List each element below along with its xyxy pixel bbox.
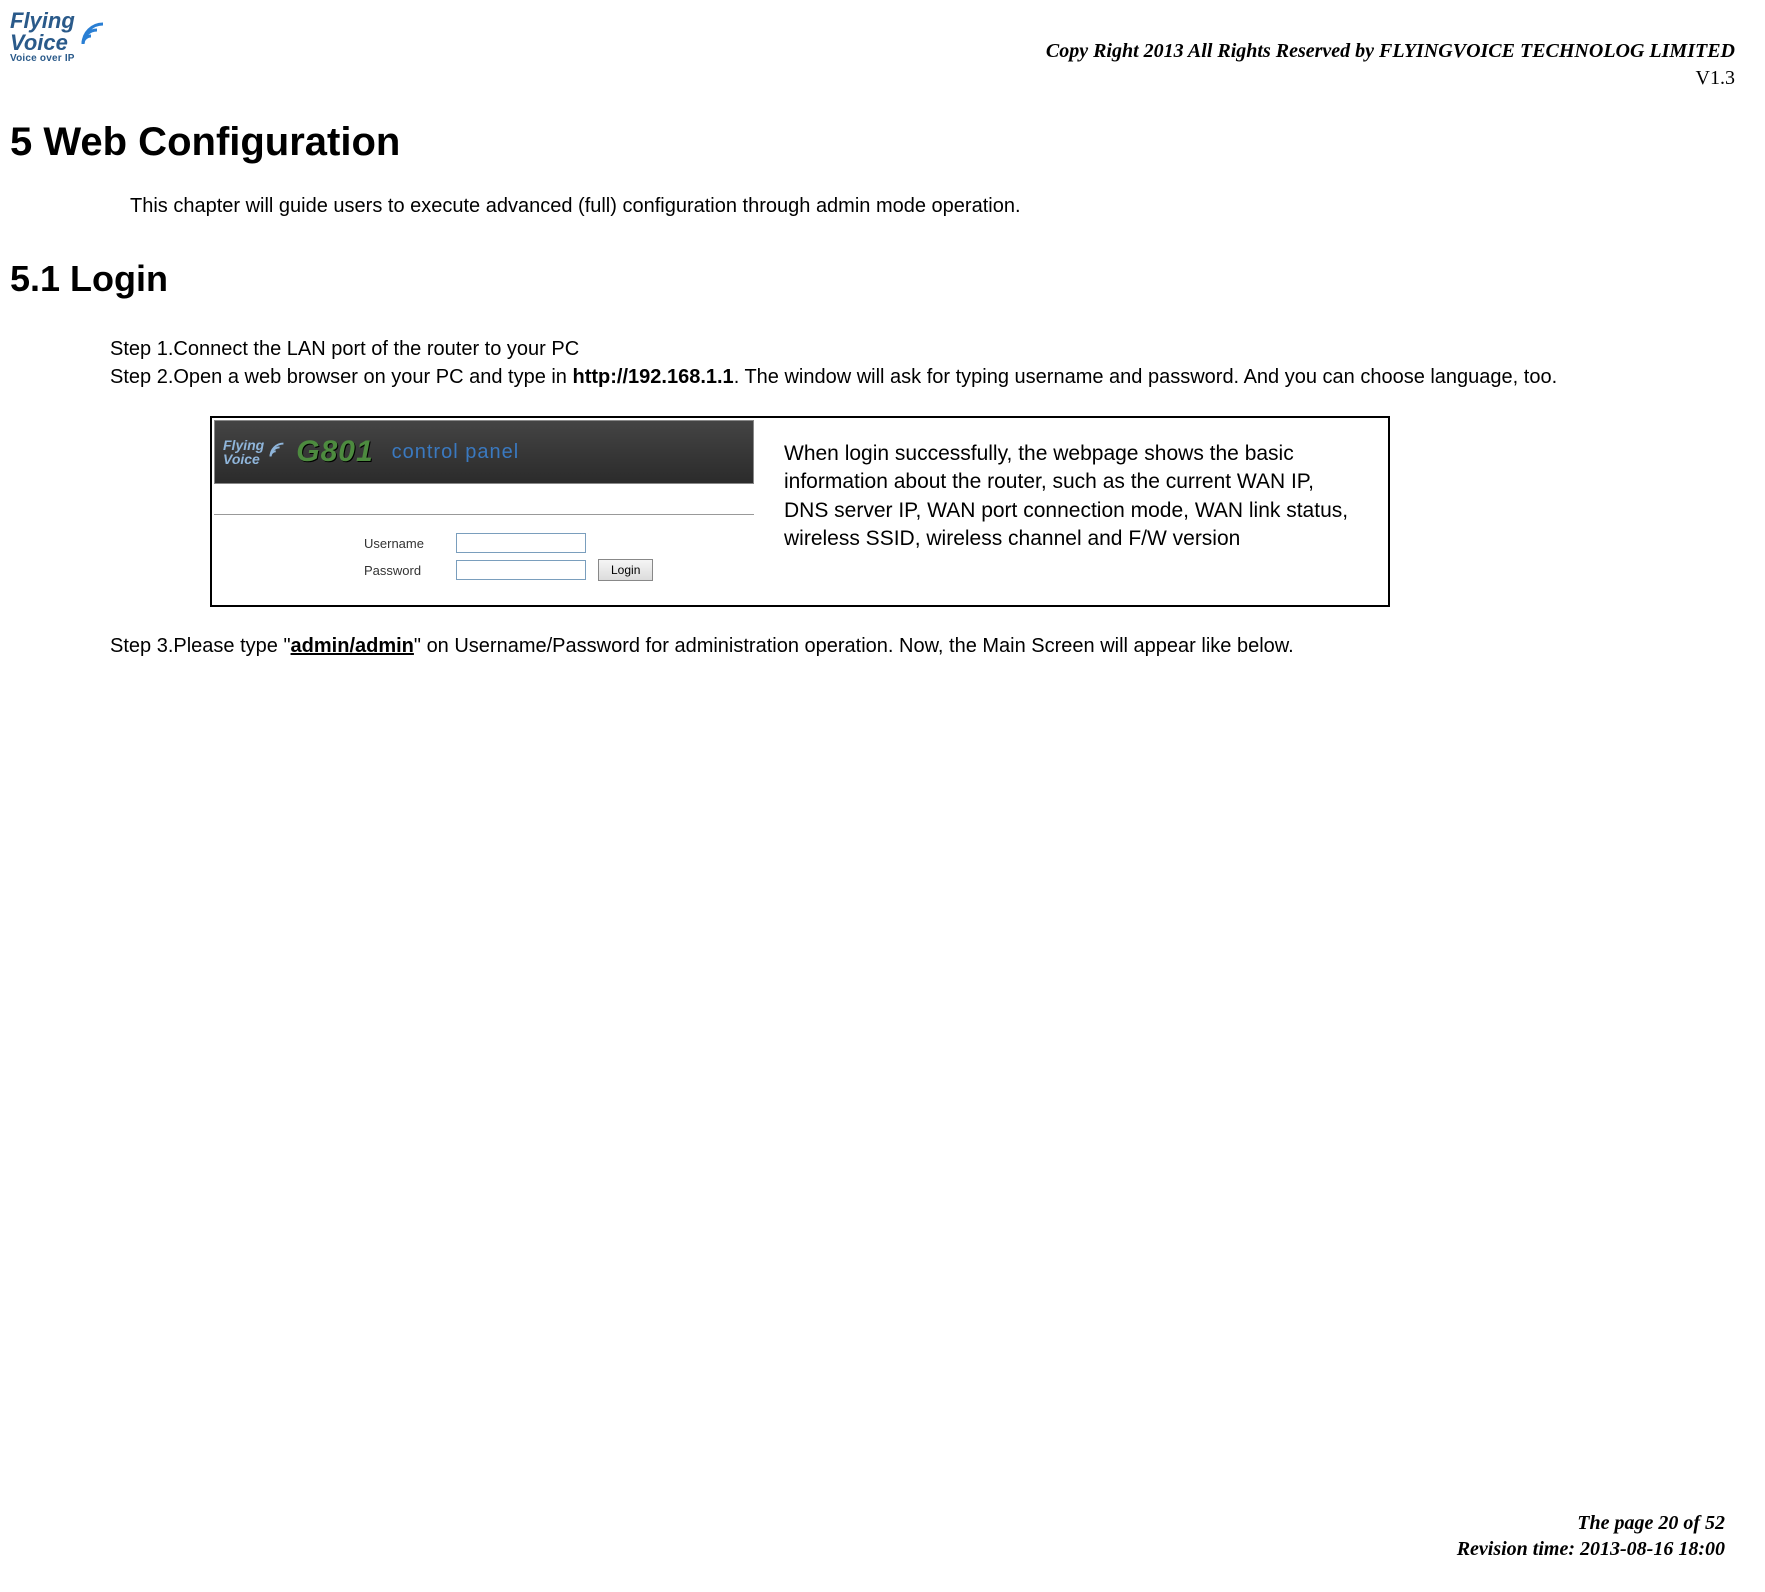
step-3-block: Step 3.Please type "admin/admin" on User…	[110, 632, 1735, 660]
login-form: Username Password Login	[214, 525, 754, 603]
banner-model: G801	[296, 435, 373, 469]
page-footer: The page 20 of 52 Revision time: 2013-08…	[1457, 1510, 1725, 1562]
intro-text: This chapter will guide users to execute…	[130, 195, 1735, 218]
footer-revision: Revision time: 2013-08-16 18:00	[1457, 1536, 1725, 1562]
logo-line1: Flying	[10, 10, 75, 32]
banner-logo: Flying Voice	[223, 438, 286, 466]
password-label: Password	[364, 563, 444, 578]
step-3-c: " on Username/Password for administratio…	[414, 635, 1294, 657]
wifi-icon	[79, 20, 107, 53]
copyright-text: Copy Right 2013 All Rights Reserved by F…	[1046, 40, 1735, 63]
page-header: Flying Voice Voice over IP Copy Right 20…	[10, 10, 1735, 90]
step-3-creds: admin/admin	[291, 635, 414, 657]
banner-logo-line2: Voice	[223, 452, 264, 466]
steps-block: Step 1.Connect the LAN port of the route…	[110, 335, 1735, 391]
step-2-c: . The window will ask for typing usernam…	[734, 366, 1557, 388]
logo-sub: Voice over IP	[10, 54, 75, 64]
step-3-a: Step 3.Please type "	[110, 635, 291, 657]
panel-separator	[214, 514, 754, 515]
step-1: Step 1.Connect the LAN port of the route…	[110, 335, 1735, 363]
username-input[interactable]	[456, 533, 586, 553]
login-figure: Flying Voice G801 control panel Username	[210, 416, 1390, 607]
version-text: V1.3	[1046, 67, 1735, 90]
banner-cp: control panel	[392, 441, 520, 464]
login-panel: Flying Voice G801 control panel Username	[214, 420, 754, 603]
panel-banner: Flying Voice G801 control panel	[214, 420, 754, 484]
logo: Flying Voice Voice over IP	[10, 10, 107, 64]
step-2-a: Step 2.Open a web browser on your PC and…	[110, 366, 573, 388]
login-note: When login successfully, the webpage sho…	[754, 420, 1386, 603]
username-label: Username	[364, 536, 444, 551]
logo-line2: Voice	[10, 32, 75, 54]
login-button[interactable]: Login	[598, 559, 653, 581]
main-heading: 5 Web Configuration	[10, 120, 1735, 165]
step-2-url: http://192.168.1.1	[573, 366, 734, 388]
banner-wifi-icon	[268, 441, 286, 464]
step-2: Step 2.Open a web browser on your PC and…	[110, 363, 1735, 391]
banner-logo-line1: Flying	[223, 438, 264, 452]
sub-heading: 5.1 Login	[10, 258, 1735, 300]
step-3: Step 3.Please type "admin/admin" on User…	[110, 632, 1735, 660]
footer-page: The page 20 of 52	[1457, 1510, 1725, 1536]
password-input[interactable]	[456, 560, 586, 580]
